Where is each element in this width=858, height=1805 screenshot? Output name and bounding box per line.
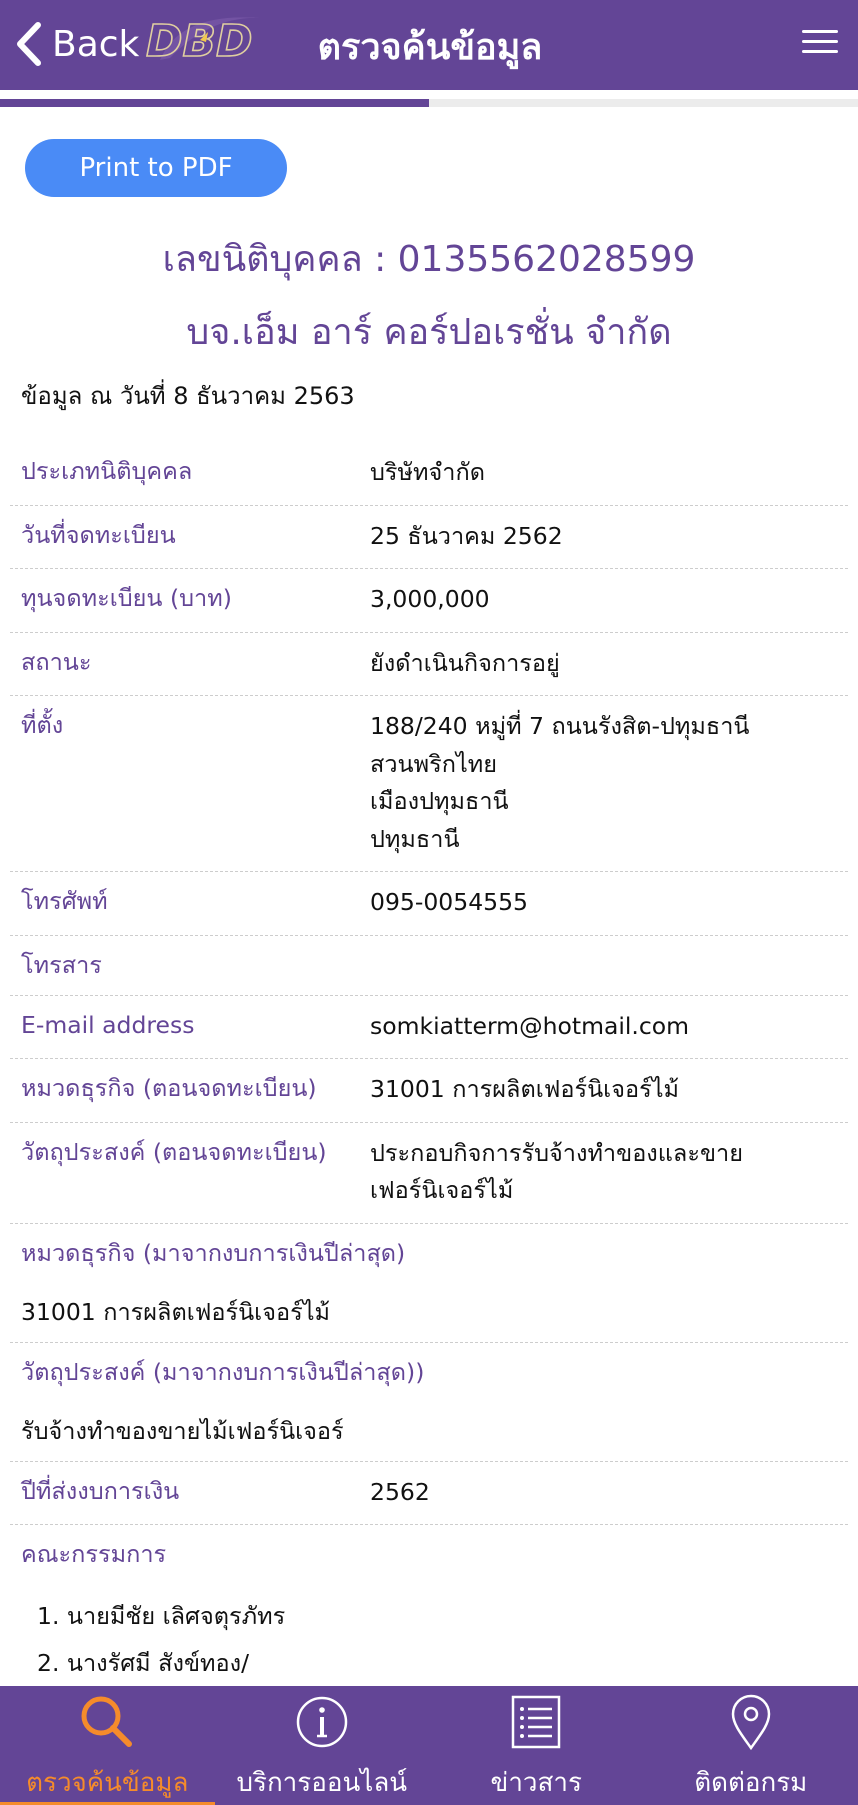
address-line: 188/240 หมู่ที่ 7 ถนนรังสิต-ปทุมธานี xyxy=(370,712,750,740)
print-to-pdf-button[interactable]: Print to PDF xyxy=(25,139,287,197)
detail-row-registration-date: วันที่จดทะเบียน 25 ธันวาคม 2562 xyxy=(10,506,848,569)
detail-label: โทรสาร xyxy=(21,950,102,979)
page-progress-bar xyxy=(0,99,858,107)
detail-value: รับจ้างทำของขายไม้เฟอร์นิเจอร์ xyxy=(21,1416,344,1445)
back-label: Back xyxy=(52,23,140,65)
progress-fill xyxy=(0,99,429,107)
detail-row-fax: โทรสาร xyxy=(10,936,848,996)
detail-row-type: ประเภทนิติบุคคล บริษัทจำกัด xyxy=(10,442,848,506)
directors-list: 1. นายมีชัย เลิศจตุรภัทร 2. นางรัศมี สัง… xyxy=(10,1593,848,1687)
detail-label: ที่ตั้ง xyxy=(21,711,64,739)
detail-value: 31001 การผลิตเฟอร์นิเจอร์ไม้ xyxy=(21,1297,331,1326)
detail-label: วัตถุประสงค์ (มาจากงบการเงินปีล่าสุด)) xyxy=(21,1357,425,1386)
detail-value: 095-0054555 xyxy=(370,888,528,916)
svg-text:DBD: DBD xyxy=(146,16,253,66)
nav-item-online-services[interactable]: บริการออนไลน์ xyxy=(215,1686,430,1805)
detail-value: 3,000,000 xyxy=(370,585,490,613)
detail-row-status: สถานะ ยังดำเนินกิจการอยู่ xyxy=(10,633,848,696)
nav-label: บริการออนไลน์ xyxy=(236,1768,408,1798)
director-item: 2. นางรัศมี สังข์ทอง/ xyxy=(37,1649,250,1677)
detail-value: 25 ธันวาคม 2562 xyxy=(370,521,563,550)
objective-line: เฟอร์นิเจอร์ไม้ xyxy=(370,1176,514,1204)
detail-row-email: E-mail address somkiatterm@hotmail.com xyxy=(10,996,848,1059)
detail-label: E-mail address xyxy=(21,1010,195,1039)
dbd-logo: DBD xyxy=(145,15,260,66)
detail-value xyxy=(370,948,848,982)
detail-label: หมวดธุรกิจ (ตอนจดทะเบียน) xyxy=(21,1074,317,1102)
registration-number: เลขนิติบุคคล : 0135562028599 xyxy=(162,239,696,280)
company-details-list: ประเภทนิติบุคคล บริษัทจำกัด วันที่จดทะเบ… xyxy=(10,442,848,1701)
detail-value: ยังดำเนินกิจการอยู่ xyxy=(370,648,560,677)
objective-line: ประกอบกิจการรับจ้างทำของและขาย xyxy=(370,1138,743,1167)
detail-label: โทรศัพท์ xyxy=(21,887,108,915)
nav-label: ติดต่อกรม xyxy=(694,1768,808,1798)
detail-label: สถานะ xyxy=(21,647,92,676)
detail-label: ปีที่ส่งงบการเงิน xyxy=(21,1476,180,1505)
detail-value: ประกอบกิจการรับจ้างทำของและขาย เฟอร์นิเจ… xyxy=(370,1135,848,1210)
detail-row-phone: โทรศัพท์ 095-0054555 xyxy=(10,872,848,936)
detail-row-objective-registration: วัตถุประสงค์ (ตอนจดทะเบียน) ประกอบกิจการ… xyxy=(10,1123,848,1224)
hamburger-menu-icon[interactable] xyxy=(802,30,838,56)
location-pin-icon xyxy=(731,1694,771,1751)
detail-row-category-financial: หมวดธุรกิจ (มาจากงบการเงินปีล่าสุด) 3100… xyxy=(10,1224,848,1343)
detail-label: หมวดธุรกิจ (มาจากงบการเงินปีล่าสุด) xyxy=(21,1238,406,1267)
back-button[interactable]: Back xyxy=(14,18,139,70)
address-line: ปทุมธานี xyxy=(370,824,460,853)
detail-row-directors: คณะกรรมการ 1. นายมีชัย เลิศจตุรภัทร 2. น… xyxy=(10,1525,848,1701)
detail-row-financial-year: ปีที่ส่งงบการเงิน 2562 xyxy=(10,1462,848,1525)
nav-item-news[interactable]: ข่าวสาร xyxy=(429,1686,644,1805)
detail-value: 31001 การผลิตเฟอร์นิเจอร์ไม้ xyxy=(370,1075,680,1103)
detail-value: บริษัทจำกัด xyxy=(370,458,485,486)
detail-row-objective-financial: วัตถุประสงค์ (มาจากงบการเงินปีล่าสุด)) ร… xyxy=(10,1343,848,1462)
detail-label: ทุนจดทะเบียน (บาท) xyxy=(21,584,232,612)
nav-label: ตรวจค้นข้อมูล xyxy=(26,1768,189,1798)
director-item: 1. นายมีชัย เลิศจตุรภัทร xyxy=(37,1602,286,1630)
detail-row-category-registration: หมวดธุรกิจ (ตอนจดทะเบียน) 31001 การผลิตเ… xyxy=(10,1059,848,1123)
app-header: Back DBD ตรวจค้นข้อมูล xyxy=(0,0,858,90)
detail-value: 2562 xyxy=(370,1477,430,1506)
chevron-left-icon xyxy=(17,22,41,66)
nav-item-search[interactable]: ตรวจค้นข้อมูล xyxy=(0,1686,215,1805)
data-as-of-date: ข้อมูล ณ วันที่ 8 ธันวาคม 2563 xyxy=(21,382,355,410)
detail-label: คณะกรรมการ xyxy=(21,1540,167,1568)
address-line: สวนพริกไทย xyxy=(370,749,498,778)
detail-row-capital: ทุนจดทะเบียน (บาท) 3,000,000 xyxy=(10,569,848,633)
detail-value: somkiatterm@hotmail.com xyxy=(370,1011,690,1040)
search-icon xyxy=(81,1696,133,1747)
detail-label: วันที่จดทะเบียน xyxy=(21,520,176,549)
company-name: บจ.เอ็ม อาร์ คอร์ปอเรชั่น จำกัด xyxy=(186,312,672,353)
bottom-navigation: ตรวจค้นข้อมูล บริการออนไลน์ ข่าวสาร ติดต… xyxy=(0,1686,858,1805)
nav-label: ข่าวสาร xyxy=(490,1768,582,1798)
detail-label: ประเภทนิติบุคคล xyxy=(21,457,193,485)
page-title: ตรวจค้นข้อมูล xyxy=(317,27,543,68)
detail-row-address: ที่ตั้ง 188/240 หมู่ที่ 7 ถนนรังสิต-ปทุม… xyxy=(10,696,848,872)
detail-value: 188/240 หมู่ที่ 7 ถนนรังสิต-ปทุมธานี สวน… xyxy=(370,708,848,858)
news-list-icon xyxy=(512,1695,561,1749)
info-icon xyxy=(296,1696,347,1748)
detail-label: วัตถุประสงค์ (ตอนจดทะเบียน) xyxy=(21,1137,327,1166)
address-line: เมืองปทุมธานี xyxy=(370,787,509,815)
nav-item-contact[interactable]: ติดต่อกรม xyxy=(644,1686,858,1805)
